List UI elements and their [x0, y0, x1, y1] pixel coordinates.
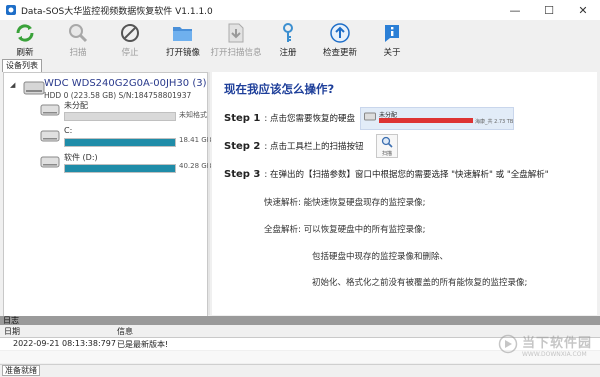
about-label: 关于: [383, 48, 401, 58]
open-image-button[interactable]: 打开镜像: [153, 20, 213, 58]
full-parse-detail-2: 初始化、格式化之前没有被覆盖的所有能恢复的监控录像;: [312, 278, 528, 288]
stop-button[interactable]: 停止: [100, 20, 160, 58]
step3-text: : 在弹出的【扫描参数】窗口中根据您的需要选择 "快速解析" 或 "全盘解析": [264, 170, 549, 180]
log-info: 已是最新版本!: [117, 340, 169, 349]
disk-detail: HDD 0 (223.58 GB) S/N:184758801937: [44, 91, 192, 100]
step1-text: : 点击您需要恢复的硬盘: [264, 114, 355, 124]
partition-name: C:: [64, 126, 73, 135]
guide-title: 现在我应该怎么操作?: [224, 82, 335, 96]
partition-item[interactable]: C: 18.41 GB: [40, 126, 212, 151]
watermark-logo-icon: [498, 334, 518, 357]
step1: Step 1: 点击您需要恢复的硬盘: [224, 112, 355, 124]
arrow-up-circle-icon: [329, 20, 351, 44]
refresh-label: 刷新: [16, 48, 34, 58]
download-file-icon: [226, 20, 246, 44]
example-disk-size: 海康_共 2.73 TB: [475, 119, 514, 125]
scan-label: 扫描: [69, 48, 87, 58]
partition-usage-bar: [64, 164, 176, 173]
example-disk-thumbnail: 未分配 海康_共 2.73 TB: [360, 107, 514, 130]
tab-device-list[interactable]: 设备列表: [2, 59, 42, 72]
watermark-text: 当下软件园: [521, 336, 592, 351]
magnifier-icon: [67, 20, 89, 44]
log-date: 2022-09-21 08:13:38:797: [13, 339, 116, 348]
app-icon: [5, 4, 17, 16]
stop-label: 停止: [121, 48, 139, 58]
collapse-arrow-icon[interactable]: ◢: [10, 81, 15, 89]
stop-icon: [119, 20, 141, 44]
about-button[interactable]: 关于: [362, 20, 422, 58]
partition-size: 未知格式: [179, 111, 207, 119]
drive-icon: [40, 104, 60, 121]
full-parse-text: 全盘解析: 可以恢复硬盘中的所有监控录像;: [264, 225, 426, 235]
refresh-icon: [14, 20, 36, 44]
partition-usage-bar: [64, 138, 176, 147]
watermark: 当下软件园 WWW.DOWNXIA.COM: [498, 332, 592, 358]
step2-label: Step 2: [224, 141, 261, 152]
open-scan-info-button[interactable]: 打开扫描信息: [206, 20, 266, 58]
folder-icon: [171, 20, 195, 44]
hard-disk-icon: [23, 79, 45, 100]
step3-label: Step 3: [224, 169, 261, 180]
partition-name: 软件 (D:): [64, 153, 98, 162]
partition-item[interactable]: 软件 (D:) 40.28 GB: [40, 153, 212, 177]
toolbar: 刷新 扫描 停止 打开镜像 打开扫描信息 注册 检查更新 关于: [0, 20, 600, 58]
quick-parse-text: 快速解析: 能快速恢复硬盘现存的监控录像;: [264, 198, 426, 208]
example-scan-label: 扫描: [381, 151, 392, 157]
info-icon: [381, 20, 403, 44]
open-image-label: 打开镜像: [165, 48, 200, 58]
key-icon: [278, 20, 298, 44]
step2: Step 2: 点击工具栏上的扫描按钮: [224, 140, 363, 152]
disk-name[interactable]: WDC WDS240G2G0A-00JH30 (3): [44, 78, 207, 89]
partition-item[interactable]: 未分配 未知格式: [40, 101, 207, 125]
example-scan-button: 扫描: [376, 134, 398, 158]
log-col-date[interactable]: 日期: [4, 326, 20, 337]
window-title: Data-SOS大华监控视频数据恢复软件 V1.1.1.0: [21, 6, 213, 17]
maximize-button[interactable]: ☐: [532, 0, 566, 20]
check-update-button[interactable]: 检查更新: [310, 20, 370, 58]
watermark-url: WWW.DOWNXIA.COM: [521, 351, 587, 358]
register-label: 注册: [279, 48, 297, 58]
status-text: 准备就绪: [2, 365, 40, 376]
log-col-info[interactable]: 信息: [117, 326, 133, 337]
log-title: 日志: [0, 316, 600, 325]
step2-text: : 点击工具栏上的扫描按钮: [264, 142, 364, 152]
guide-panel: 现在我应该怎么操作? Step 1: 点击您需要恢复的硬盘 未分配 海康_共 2…: [212, 72, 597, 315]
drive-icon: [40, 156, 60, 173]
status-bar: 准备就绪: [0, 364, 600, 377]
partition-size: 18.41 GB: [179, 136, 212, 144]
panel-splitter[interactable]: [208, 72, 210, 315]
drive-icon: [40, 130, 60, 147]
close-button[interactable]: ✕: [566, 0, 600, 20]
step3: Step 3: 在弹出的【扫描参数】窗口中根据您的需要选择 "快速解析" 或 "…: [224, 168, 549, 180]
check-update-label: 检查更新: [322, 48, 357, 58]
open-scan-info-label: 打开扫描信息: [210, 48, 262, 58]
step1-label: Step 1: [224, 113, 261, 124]
title-bar: Data-SOS大华监控视频数据恢复软件 V1.1.1.0 — ☐ ✕: [0, 0, 600, 20]
partition-name: 未分配: [64, 101, 88, 110]
device-list-panel: ◢ WDC WDS240G2G0A-00JH30 (3) HDD 0 (223.…: [3, 72, 212, 317]
drive-icon: [364, 112, 376, 125]
partition-size: 40.28 GB: [179, 162, 212, 170]
partition-usage-bar: [64, 112, 176, 121]
example-disk-bar: [379, 118, 473, 123]
full-parse-detail-1: 包括硬盘中现存的监控录像和删除、: [312, 252, 449, 262]
minimize-button[interactable]: —: [498, 0, 532, 20]
register-button[interactable]: 注册: [258, 20, 318, 58]
refresh-button[interactable]: 刷新: [0, 20, 55, 58]
scan-button[interactable]: 扫描: [48, 20, 108, 58]
